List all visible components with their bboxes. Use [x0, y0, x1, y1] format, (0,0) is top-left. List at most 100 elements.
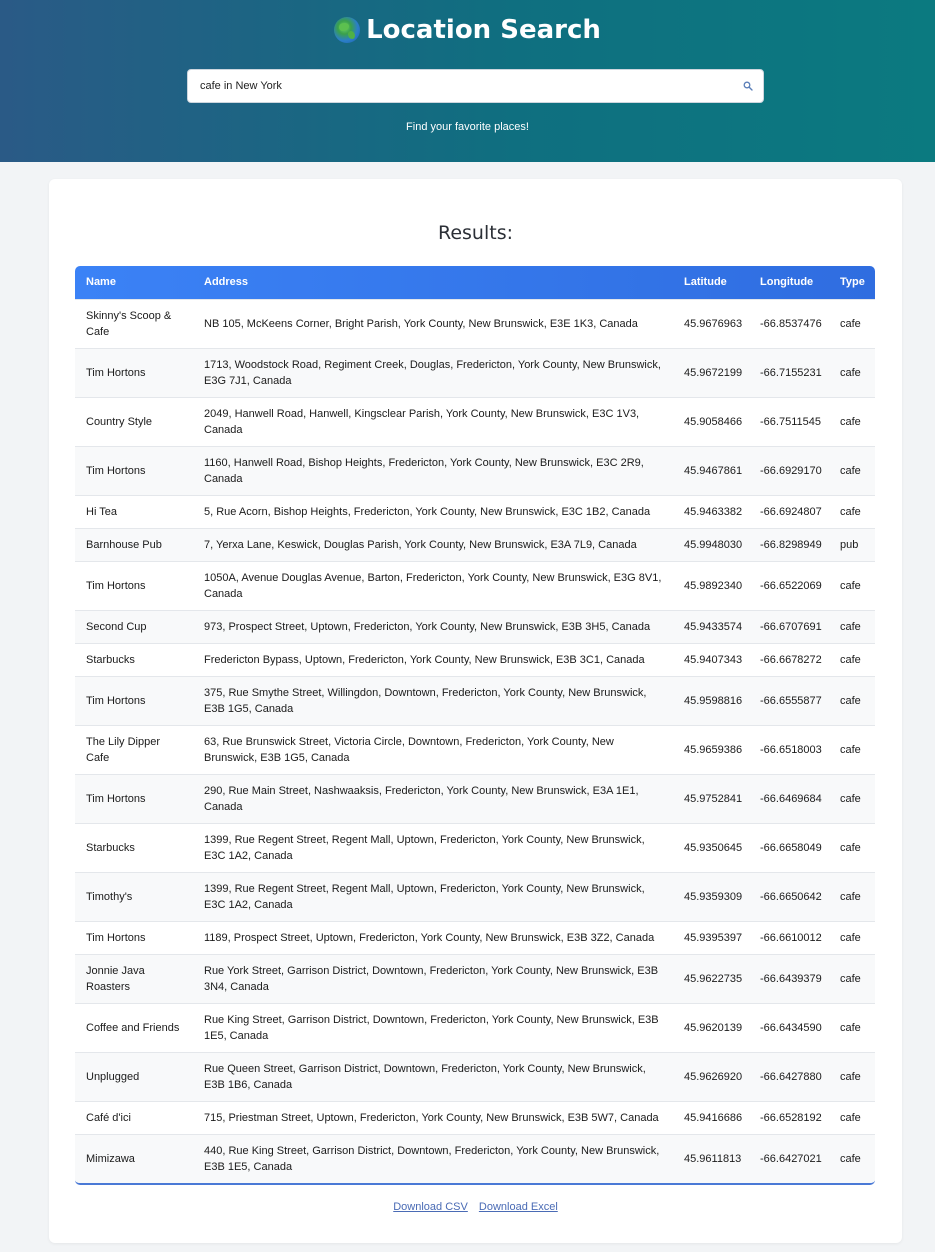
results-table: Name Address Latitude Longitude Type Ski…: [75, 266, 875, 1183]
cell-type: cafe: [829, 494, 875, 528]
cell-latitude: 45.9611813: [673, 1133, 749, 1183]
cell-address: 1189, Prospect Street, Uptown, Frederict…: [193, 920, 673, 954]
header: Location Search Find your favorite place…: [0, 0, 935, 162]
cell-type: pub: [829, 527, 875, 561]
cell-longitude: -66.6610012: [749, 920, 829, 954]
cell-name: Second Cup: [75, 609, 193, 643]
cell-latitude: 45.9620139: [673, 1002, 749, 1052]
page-title: Location Search: [0, 12, 935, 48]
table-row: Tim Hortons 1050A, Avenue Douglas Avenue,…: [75, 560, 875, 610]
table-row: Unplugged Rue Queen Street, Garrison Dist…: [75, 1051, 875, 1101]
cell-type: cafe: [829, 871, 875, 921]
cell-address: Fredericton Bypass, Uptown, Fredericton,…: [193, 642, 673, 676]
cell-latitude: 45.9622735: [673, 953, 749, 1003]
cell-type: cafe: [829, 347, 875, 397]
cell-longitude: -66.6427880: [749, 1051, 829, 1101]
page-title-text: Location Search: [366, 15, 601, 45]
table-row: Mimizawa 440, Rue King Street, Garrison D…: [75, 1133, 875, 1183]
cell-latitude: 45.9350645: [673, 822, 749, 872]
search-input[interactable]: [188, 70, 733, 102]
cell-longitude: -66.6434590: [749, 1002, 829, 1052]
cell-name: Starbucks: [75, 822, 193, 872]
cell-longitude: -66.6929170: [749, 445, 829, 495]
cell-name: Tim Hortons: [75, 675, 193, 725]
cell-type: cafe: [829, 920, 875, 954]
cell-longitude: -66.6469684: [749, 773, 829, 823]
column-header-longitude[interactable]: Longitude: [749, 266, 829, 299]
cell-longitude: -66.6518003: [749, 724, 829, 774]
cell-name: Timothy's: [75, 871, 193, 921]
cell-address: 1399, Rue Regent Street, Regent Mall, Up…: [193, 871, 673, 921]
cell-latitude: 45.9752841: [673, 773, 749, 823]
cell-latitude: 45.9058466: [673, 396, 749, 446]
column-header-name[interactable]: Name: [75, 266, 193, 299]
search-box[interactable]: [187, 69, 764, 103]
download-excel-link[interactable]: Download Excel: [479, 1201, 558, 1213]
cell-name: Unplugged: [75, 1051, 193, 1101]
results-card: Results: Name Address Latitude Longitude…: [49, 179, 902, 1243]
table-row: Second Cup 973, Prospect Street, Uptown, …: [75, 609, 875, 643]
cell-latitude: 45.9626920: [673, 1051, 749, 1101]
cell-longitude: -66.6522069: [749, 560, 829, 610]
cell-name: The Lily Dipper Cafe: [75, 724, 193, 774]
cell-longitude: -66.8537476: [749, 298, 829, 348]
cell-latitude: 45.9433574: [673, 609, 749, 643]
table-row: The Lily Dipper Cafe 63, Rue Brunswick St…: [75, 724, 875, 774]
cell-name: Country Style: [75, 396, 193, 446]
table-row: Tim Hortons 290, Rue Main Street, Nashwaa…: [75, 773, 875, 823]
cell-type: cafe: [829, 445, 875, 495]
cell-type: cafe: [829, 675, 875, 725]
cell-longitude: -66.8298949: [749, 527, 829, 561]
table-row: Barnhouse Pub 7, Yerxa Lane, Keswick, Dou…: [75, 527, 875, 561]
cell-name: Tim Hortons: [75, 773, 193, 823]
table-row: Café d'ici 715, Priestman Street, Uptown,…: [75, 1100, 875, 1134]
cell-longitude: -66.7511545: [749, 396, 829, 446]
cell-address: 290, Rue Main Street, Nashwaaksis, Frede…: [193, 773, 673, 823]
cell-latitude: 45.9416686: [673, 1100, 749, 1134]
column-header-type[interactable]: Type: [829, 266, 875, 299]
cell-type: cafe: [829, 560, 875, 610]
download-links: Download CSV Download Excel: [49, 1201, 902, 1213]
search-icon[interactable]: [733, 70, 763, 102]
table-row: Tim Hortons 375, Rue Smythe Street, Willi…: [75, 675, 875, 725]
download-csv-link[interactable]: Download CSV: [393, 1201, 468, 1213]
results-title: Results:: [437, 222, 513, 244]
cell-type: cafe: [829, 396, 875, 446]
cell-name: Tim Hortons: [75, 920, 193, 954]
cell-address: 1160, Hanwell Road, Bishop Heights, Fred…: [193, 445, 673, 495]
column-header-latitude[interactable]: Latitude: [673, 266, 749, 299]
cell-latitude: 45.9672199: [673, 347, 749, 397]
table-row: Country Style 2049, Hanwell Road, Hanwell…: [75, 396, 875, 446]
cell-type: cafe: [829, 724, 875, 774]
cell-address: Rue York Street, Garrison District, Down…: [193, 953, 673, 1003]
cell-name: Tim Hortons: [75, 560, 193, 610]
table-row: Starbucks 1399, Rue Regent Street, Regent…: [75, 822, 875, 872]
cell-type: cafe: [829, 1051, 875, 1101]
cell-longitude: -66.6439379: [749, 953, 829, 1003]
cell-type: cafe: [829, 298, 875, 348]
cell-name: Starbucks: [75, 642, 193, 676]
cell-longitude: -66.6924807: [749, 494, 829, 528]
cell-type: cafe: [829, 1133, 875, 1183]
cell-type: cafe: [829, 822, 875, 872]
cell-address: 5, Rue Acorn, Bishop Heights, Fredericto…: [193, 494, 673, 528]
cell-name: Coffee and Friends: [75, 1002, 193, 1052]
cell-address: 1713, Woodstock Road, Regiment Creek, Do…: [193, 347, 673, 397]
column-header-address[interactable]: Address: [193, 266, 673, 299]
table-row: Jonnie Java Roasters Rue York Street, Gar…: [75, 953, 875, 1003]
cell-name: Mimizawa: [75, 1133, 193, 1183]
cell-name: Hi Tea: [75, 494, 193, 528]
cell-address: 7, Yerxa Lane, Keswick, Douglas Parish, …: [193, 527, 673, 561]
cell-name: Tim Hortons: [75, 445, 193, 495]
cell-type: cafe: [829, 953, 875, 1003]
table-row: Timothy's 1399, Rue Regent Street, Regent…: [75, 871, 875, 921]
cell-address: 2049, Hanwell Road, Hanwell, Kingsclear …: [193, 396, 673, 446]
cell-address: 375, Rue Smythe Street, Willingdon, Down…: [193, 675, 673, 725]
results-table-wrapper: Name Address Latitude Longitude Type Ski…: [75, 266, 875, 1185]
subtitle: Find your favorite places!: [406, 121, 529, 133]
cell-address: 63, Rue Brunswick Street, Victoria Circl…: [193, 724, 673, 774]
search-icon-glyph: [743, 81, 753, 91]
cell-longitude: -66.6650642: [749, 871, 829, 921]
cell-latitude: 45.9659386: [673, 724, 749, 774]
cell-address: 1050A, Avenue Douglas Avenue, Barton, Fr…: [193, 560, 673, 610]
